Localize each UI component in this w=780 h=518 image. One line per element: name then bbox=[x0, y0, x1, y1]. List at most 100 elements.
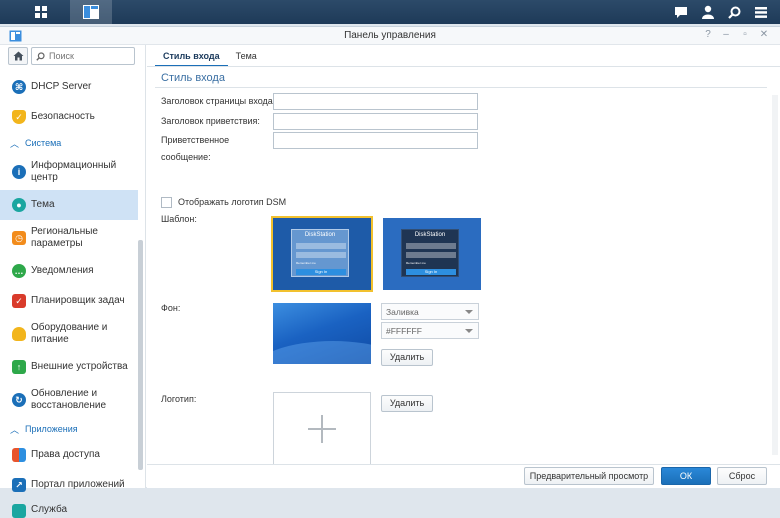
template-option-dark[interactable]: DiskStation Remember me Sign In bbox=[383, 218, 481, 290]
search-icon bbox=[36, 51, 45, 61]
maximize-icon[interactable]: ▫ bbox=[739, 29, 751, 41]
sidebar-item-label: Оборудование и питание bbox=[31, 322, 108, 345]
preview-button[interactable]: Предварительный просмотр bbox=[524, 467, 654, 485]
template-password-row bbox=[406, 252, 456, 258]
sidebar-item-label: Планировщик задач bbox=[31, 295, 125, 306]
window-title: Панель управления bbox=[344, 30, 436, 41]
sidebar-item-hardware-power[interactable]: Оборудование и питание bbox=[0, 316, 138, 352]
portal-arrow-icon: ↗ bbox=[12, 478, 26, 492]
sidebar-item-notifications[interactable]: … Уведомления bbox=[0, 256, 138, 286]
palette-icon: ● bbox=[12, 198, 26, 212]
sidebar-item-info-center[interactable]: i Информационный центр bbox=[0, 154, 138, 190]
sidebar-section-system[interactable]: ︿ Система bbox=[0, 132, 138, 154]
sidebar: ⌘ DHCP Server ✓ Безопасность ︿ Система i… bbox=[0, 45, 146, 518]
sidebar-item-app-portal[interactable]: ↗ Портал приложений bbox=[0, 470, 138, 500]
tabs-divider bbox=[147, 66, 780, 67]
template-password-row bbox=[296, 252, 346, 258]
sidebar-item-regional[interactable]: ◷ Региональные параметры bbox=[0, 220, 138, 256]
template-title: DiskStation bbox=[304, 232, 336, 238]
welcome-title-input[interactable] bbox=[273, 113, 478, 130]
sidebar-item-label: Служба bbox=[31, 504, 68, 515]
sidebar-item-label: Внешние устройства bbox=[31, 361, 128, 372]
logo-upload-box[interactable] bbox=[273, 392, 371, 466]
footer-bar: Предварительный просмотр ОК Сброс bbox=[147, 464, 780, 488]
search-input[interactable] bbox=[49, 51, 129, 61]
show-logo-label: Отображать логотип DSM bbox=[178, 197, 287, 207]
section-divider bbox=[155, 87, 767, 88]
background-color-select[interactable]: #FFFFFF bbox=[381, 322, 479, 339]
sidebar-item-label: Тема bbox=[31, 199, 55, 210]
taskbar bbox=[0, 0, 780, 24]
chat-bubble-icon: … bbox=[12, 264, 26, 278]
sidebar-scrollbar[interactable] bbox=[138, 240, 143, 470]
template-preview-card: DiskStation Remember me Sign In bbox=[401, 229, 459, 277]
close-icon[interactable]: ✕ bbox=[758, 29, 770, 41]
widgets-icon[interactable] bbox=[750, 0, 772, 24]
calendar-clock-icon: ◷ bbox=[12, 231, 26, 245]
sidebar-item-label: Региональные параметры bbox=[31, 226, 98, 249]
tab-login-style[interactable]: Стиль входа bbox=[155, 45, 228, 67]
template-title: DiskStation bbox=[414, 232, 446, 238]
fill-mode-select[interactable]: Заливка bbox=[381, 303, 479, 320]
template-signin-button: Sign In bbox=[296, 269, 346, 275]
service-icon bbox=[12, 504, 26, 518]
user-icon[interactable] bbox=[697, 0, 719, 24]
calendar-check-icon: ✓ bbox=[12, 294, 26, 308]
notifications-icon[interactable] bbox=[670, 0, 692, 24]
reset-button[interactable]: Сброс bbox=[717, 467, 767, 485]
template-signin-button: Sign In bbox=[406, 269, 456, 275]
login-page-title-input[interactable] bbox=[273, 93, 478, 110]
sidebar-item-label: Безопасность bbox=[31, 111, 95, 122]
help-icon[interactable]: ? bbox=[702, 29, 714, 41]
template-remember-text: Remember me bbox=[406, 261, 426, 265]
sidebar-item-update-restore[interactable]: ↻ Обновление и восстановление bbox=[0, 382, 138, 418]
control-panel-window-icon[interactable] bbox=[70, 0, 112, 24]
template-username-row bbox=[296, 243, 346, 249]
background-preview-image bbox=[273, 303, 371, 364]
apps-grid-icon[interactable] bbox=[27, 0, 55, 24]
sidebar-item-task-scheduler[interactable]: ✓ Планировщик задач bbox=[0, 286, 138, 316]
sidebar-item-service[interactable]: Служба bbox=[0, 500, 138, 518]
shield-icon: ✓ bbox=[12, 110, 26, 124]
template-label: Шаблон: bbox=[161, 214, 197, 224]
tab-theme[interactable]: Тема bbox=[228, 45, 265, 67]
chevron-up-icon: ︿ bbox=[10, 424, 20, 435]
template-option-light[interactable]: DiskStation Remember me Sign In bbox=[271, 216, 373, 292]
welcome-title-label: Заголовок приветствия: bbox=[161, 116, 260, 126]
sidebar-item-label: DHCP Server bbox=[31, 81, 92, 92]
search-icon[interactable] bbox=[723, 0, 745, 24]
delete-logo-button[interactable]: Удалить bbox=[381, 395, 433, 412]
welcome-message-label-line2: сообщение: bbox=[161, 152, 211, 162]
minimize-icon[interactable]: – bbox=[720, 29, 732, 41]
upload-arrow-icon: ↑ bbox=[12, 360, 26, 374]
home-icon bbox=[13, 51, 23, 61]
sidebar-item-label: Портал приложений bbox=[31, 479, 125, 490]
refresh-icon: ↻ bbox=[12, 393, 26, 407]
show-logo-checkbox[interactable] bbox=[161, 197, 172, 208]
sidebar-section-applications[interactable]: ︿ Приложения bbox=[0, 418, 138, 440]
home-button[interactable] bbox=[8, 47, 28, 65]
main-scrollbar[interactable] bbox=[772, 95, 778, 455]
sidebar-item-external-devices[interactable]: ↑ Внешние устройства bbox=[0, 352, 138, 382]
background-color-value: #FFFFFF bbox=[386, 326, 422, 336]
template-remember-text: Remember me bbox=[296, 261, 316, 265]
window-header: Панель управления ? – ▫ ✕ bbox=[0, 27, 780, 45]
sidebar-item-privileges[interactable]: Права доступа bbox=[0, 440, 138, 470]
welcome-message-input[interactable] bbox=[273, 132, 478, 149]
template-username-row bbox=[406, 243, 456, 249]
control-panel-window: Панель управления ? – ▫ ✕ ⌘ DHCP Server … bbox=[0, 26, 780, 518]
sidebar-item-security[interactable]: ✓ Безопасность bbox=[0, 102, 138, 132]
ok-button[interactable]: ОК bbox=[661, 467, 711, 485]
sidebar-item-dhcp[interactable]: ⌘ DHCP Server bbox=[0, 72, 138, 102]
sidebar-list: ⌘ DHCP Server ✓ Безопасность ︿ Система i… bbox=[0, 72, 138, 518]
info-icon: i bbox=[12, 165, 26, 179]
logo-label: Логотип: bbox=[161, 394, 197, 404]
sidebar-item-theme[interactable]: ● Тема bbox=[0, 190, 138, 220]
sidebar-item-label: Информационный центр bbox=[31, 160, 117, 183]
fill-mode-value: Заливка bbox=[386, 307, 419, 317]
delete-background-button[interactable]: Удалить bbox=[381, 349, 433, 366]
sidebar-section-label: Система bbox=[25, 138, 62, 148]
search-field[interactable] bbox=[31, 47, 135, 65]
sidebar-item-label: Права доступа bbox=[31, 449, 100, 460]
background-label: Фон: bbox=[161, 303, 181, 313]
